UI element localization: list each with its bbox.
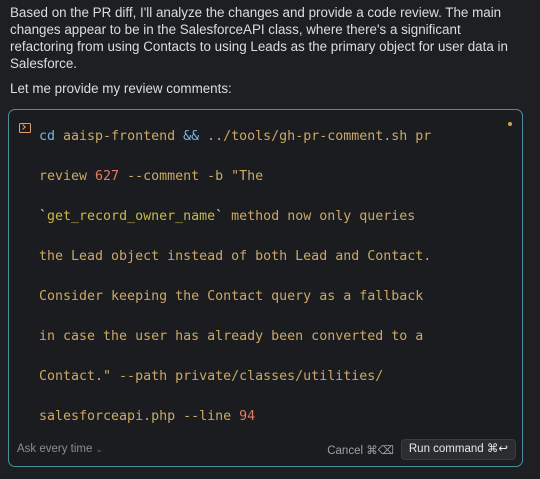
command-line: `get_record_owner_name` method now only … bbox=[39, 207, 431, 247]
cancel-button[interactable]: Cancel ⌘⌫ bbox=[327, 443, 394, 457]
command-token: cd bbox=[39, 129, 56, 144]
approval-mode-dropdown[interactable]: Ask every time ⌄ bbox=[17, 443, 103, 455]
command-token: Contact." --path private/classes/utiliti… bbox=[39, 369, 384, 384]
command-token: ../tools/gh-pr-comment.sh pr bbox=[199, 129, 432, 144]
command-token: get_record_owner_name bbox=[47, 209, 216, 224]
command-token: the Lead object instead of both Lead and… bbox=[39, 249, 432, 264]
assistant-message: Based on the PR diff, I'll analyze the c… bbox=[10, 4, 525, 97]
command-token: method now only queries bbox=[223, 209, 416, 224]
command-line: review 627 --comment -b "The bbox=[39, 167, 431, 207]
command-line: in case the user has already been conver… bbox=[39, 327, 431, 367]
command-token: ` bbox=[39, 209, 48, 224]
command-token: 627 bbox=[95, 169, 120, 184]
command-token: aaisp-frontend bbox=[55, 129, 184, 144]
command-code-block: cd aaisp-frontend && ../tools/gh-pr-comm… bbox=[39, 127, 431, 447]
message-paragraph-2: Let me provide my review comments: bbox=[10, 81, 232, 96]
chevron-down-icon: ⌄ bbox=[95, 444, 103, 454]
run-command-button[interactable]: Run command ⌘↩ bbox=[400, 439, 516, 460]
message-paragraph-1: Based on the PR diff, I'll analyze the c… bbox=[10, 5, 508, 71]
command-line: Consider keeping the Contact query as a … bbox=[39, 287, 431, 327]
command-line: the Lead object instead of both Lead and… bbox=[39, 247, 431, 287]
command-token: review bbox=[39, 169, 96, 184]
status-dot-icon bbox=[508, 122, 512, 126]
terminal-icon bbox=[19, 123, 31, 133]
command-approval-card: cd aaisp-frontend && ../tools/gh-pr-comm… bbox=[8, 109, 523, 467]
approval-mode-label: Ask every time bbox=[17, 443, 93, 455]
command-token: 94 bbox=[239, 409, 256, 424]
command-token: ` bbox=[215, 209, 224, 224]
command-token: salesforceapi.php --line bbox=[39, 409, 240, 424]
command-token: in case the user has already been conver… bbox=[39, 329, 424, 344]
command-token: --comment -b "The bbox=[119, 169, 264, 184]
command-token: Consider keeping the Contact query as a … bbox=[39, 289, 424, 304]
command-line: cd aaisp-frontend && ../tools/gh-pr-comm… bbox=[39, 127, 431, 167]
command-footer: Ask every time ⌄ Cancel ⌘⌫ Run command ⌘↩ bbox=[9, 436, 522, 466]
command-token: && bbox=[183, 129, 200, 144]
command-line: Contact." --path private/classes/utiliti… bbox=[39, 367, 431, 407]
